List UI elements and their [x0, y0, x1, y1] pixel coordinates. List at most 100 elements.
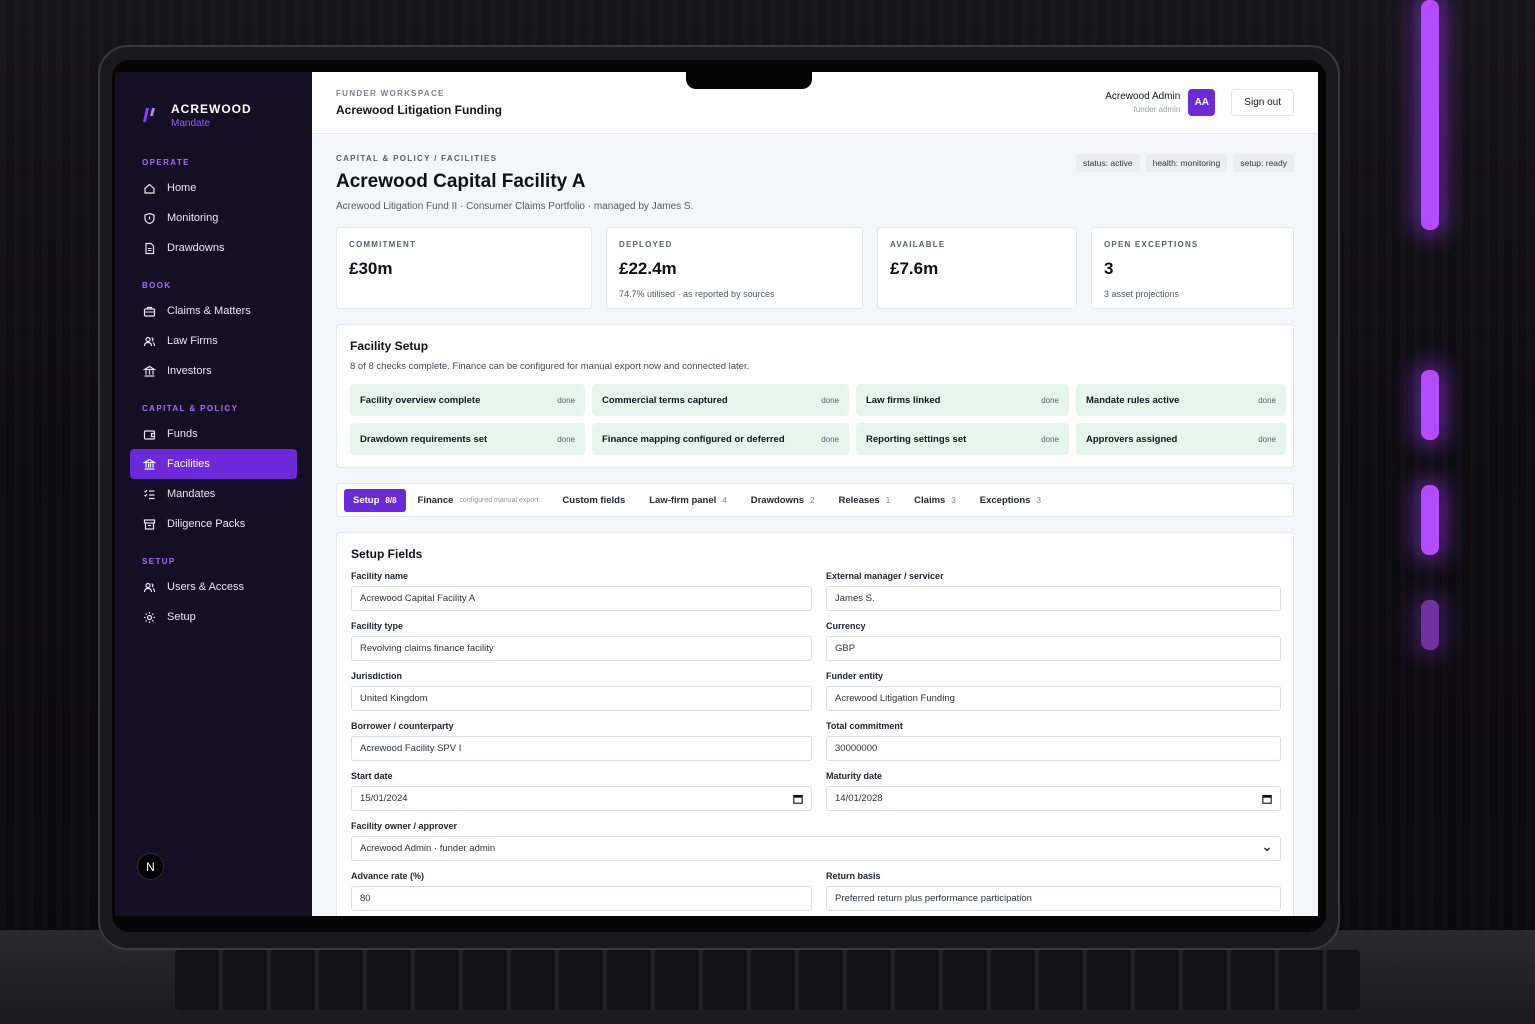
building-icon [143, 458, 156, 470]
total-commitment-input[interactable]: 30000000 [826, 736, 1281, 761]
facility-name-input[interactable]: Acrewood Capital Facility A [351, 586, 812, 611]
tab-custom-fields[interactable]: Custom fields [550, 489, 637, 512]
tab-label: Drawdowns [750, 494, 805, 506]
users-icon [143, 336, 156, 346]
field-label: External manager / servicer [826, 571, 944, 581]
page-subtitle: Acrewood Litigation Fund II · Consumer C… [336, 201, 694, 212]
brand-name: ACREWOOD [171, 101, 252, 116]
jurisdiction-input[interactable]: United Kingdom [351, 686, 812, 711]
tab-count: 8/8 [385, 495, 397, 505]
tab-count: 2 [810, 495, 815, 505]
kpi-value: 3 [1104, 259, 1114, 278]
user-initial-badge[interactable]: N [137, 853, 164, 880]
sidebar-item-setup[interactable]: Setup [130, 602, 297, 632]
advance-rate-input[interactable]: 80 [351, 886, 812, 911]
user-role: funder admin [1133, 105, 1181, 114]
field-value: James S. [835, 593, 875, 604]
check-label: Mandate rules active [1086, 394, 1180, 406]
workspace-name: Acrewood Litigation Funding [336, 102, 502, 117]
sidebar-item-law-firms[interactable]: Law Firms [130, 326, 297, 356]
form-field: Borrower / counterparty Acrewood Facility… [351, 721, 812, 761]
status-chips: status: active health: monitoring setup:… [1076, 154, 1294, 172]
field-value: GBP [835, 643, 856, 654]
check-label: Finance mapping configured or deferred [602, 433, 785, 445]
camera-notch [686, 72, 812, 89]
tab-releases[interactable]: Releases 1 [827, 489, 903, 512]
start-date-input[interactable]: 15/01/2024 [351, 786, 812, 811]
keyboard [175, 950, 1360, 1010]
setup-check-item: Finance mapping configured or deferred do… [592, 423, 849, 455]
field-value: Acrewood Facility SPV I [360, 743, 462, 754]
sidebar-section-label: CAPITAL & POLICY [142, 404, 239, 413]
health-badge: health: monitoring [1145, 154, 1228, 172]
neon-light [1421, 370, 1439, 440]
sidebar-item-label: Monitoring [167, 212, 219, 224]
brand[interactable]: ACREWOOD Mandate [115, 72, 312, 136]
external-manager-servicer-input[interactable]: James S. [826, 586, 1281, 611]
kpi-value: £22.4m [619, 259, 677, 278]
form-field: Funder entity Acrewood Litigation Funding [826, 671, 1281, 711]
sidebar-section-label: BOOK [142, 281, 172, 290]
currency-input[interactable]: GBP [826, 636, 1281, 661]
sign-out-button[interactable]: Sign out [1231, 89, 1294, 116]
setup-check-item: Law firms linked done [856, 384, 1069, 416]
tab-law-firm-panel[interactable]: Law-firm panel 4 [637, 489, 739, 512]
maturity-date-input[interactable]: 14/01/2028 [826, 786, 1281, 811]
field-value: 15/01/2024 [360, 793, 408, 804]
sidebar-item-drawdowns[interactable]: Drawdowns [130, 233, 297, 263]
borrower-counterparty-input[interactable]: Acrewood Facility SPV I [351, 736, 812, 761]
field-value: 14/01/2028 [835, 793, 883, 804]
avatar[interactable]: AA [1188, 89, 1216, 116]
sidebar-item-funds[interactable]: Funds [130, 419, 297, 449]
kpi-note: 74.7% utilised · as reported by sources [619, 289, 775, 299]
funder-entity-input[interactable]: Acrewood Litigation Funding [826, 686, 1281, 711]
main-area: FUNDER WORKSPACE Acrewood Litigation Fun… [312, 72, 1318, 916]
check-label: Commercial terms captured [602, 394, 728, 406]
setup-checklist: Facility overview complete done Commercial… [350, 384, 1286, 455]
setup-check-item: Commercial terms captured done [592, 384, 849, 416]
sidebar-item-diligence-packs[interactable]: Diligence Packs [130, 509, 297, 539]
briefcase-icon [143, 306, 156, 317]
tab-count: 3 [1036, 495, 1041, 505]
topbar: FUNDER WORKSPACE Acrewood Litigation Fun… [312, 72, 1318, 134]
tab-exceptions[interactable]: Exceptions 3 [968, 489, 1053, 512]
facility-owner-approver-select[interactable]: Acrewood Admin · funder admin [351, 836, 1281, 861]
tab-finance[interactable]: Finance configured manual export [406, 489, 551, 512]
gear-icon [144, 611, 155, 623]
chevron-down-icon[interactable] [1262, 844, 1272, 854]
tab-label: Finance [417, 494, 454, 506]
sidebar-item-facilities[interactable]: Facilities [130, 449, 297, 479]
tab-drawdowns[interactable]: Drawdowns 2 [739, 489, 827, 512]
sidebar-item-label: Funds [167, 428, 198, 440]
tab-count: 4 [722, 495, 727, 505]
check-status: done [1258, 395, 1276, 405]
field-value: Revolving claims finance facility [360, 643, 494, 654]
tab-claims[interactable]: Claims 3 [902, 489, 968, 512]
sidebar-item-monitoring[interactable]: Monitoring [130, 203, 297, 233]
tab-setup[interactable]: Setup 8/8 [344, 488, 406, 512]
check-label: Drawdown requirements set [360, 433, 488, 445]
kpi-card-deployed: DEPLOYED £22.4m 74.7% utilised · as repo… [606, 227, 863, 309]
field-value: Acrewood Capital Facility A [360, 593, 476, 604]
tab-label: Custom fields [562, 494, 626, 506]
sidebar-item-investors[interactable]: Investors [130, 356, 297, 386]
sidebar-item-label: Investors [167, 365, 212, 377]
sidebar-item-claims-matters[interactable]: Claims & Matters [130, 296, 297, 326]
calendar-icon[interactable] [1262, 794, 1272, 804]
setup-check-item: Drawdown requirements set done [350, 423, 585, 455]
sidebar-item-home[interactable]: Home [130, 173, 297, 203]
field-label: Currency [826, 621, 866, 631]
form-field: Facility name Acrewood Capital Facility A [351, 571, 812, 611]
sidebar-item-label: Setup [167, 611, 196, 623]
document-icon [145, 242, 155, 254]
users-icon [143, 582, 156, 592]
sidebar-item-mandates[interactable]: Mandates [130, 479, 297, 509]
calendar-icon[interactable] [793, 794, 803, 804]
archive-icon [143, 518, 156, 530]
form-field: Return basis Preferred return plus perfor… [826, 871, 1281, 911]
facility-type-input[interactable]: Revolving claims finance facility [351, 636, 812, 661]
form-field: Start date 15/01/2024 [351, 771, 812, 811]
sidebar-item-users-access[interactable]: Users & Access [130, 572, 297, 602]
page-content: CAPITAL & POLICY / FACILITIES Acrewood C… [312, 154, 1318, 916]
return-basis-input[interactable]: Preferred return plus performance partic… [826, 886, 1281, 911]
